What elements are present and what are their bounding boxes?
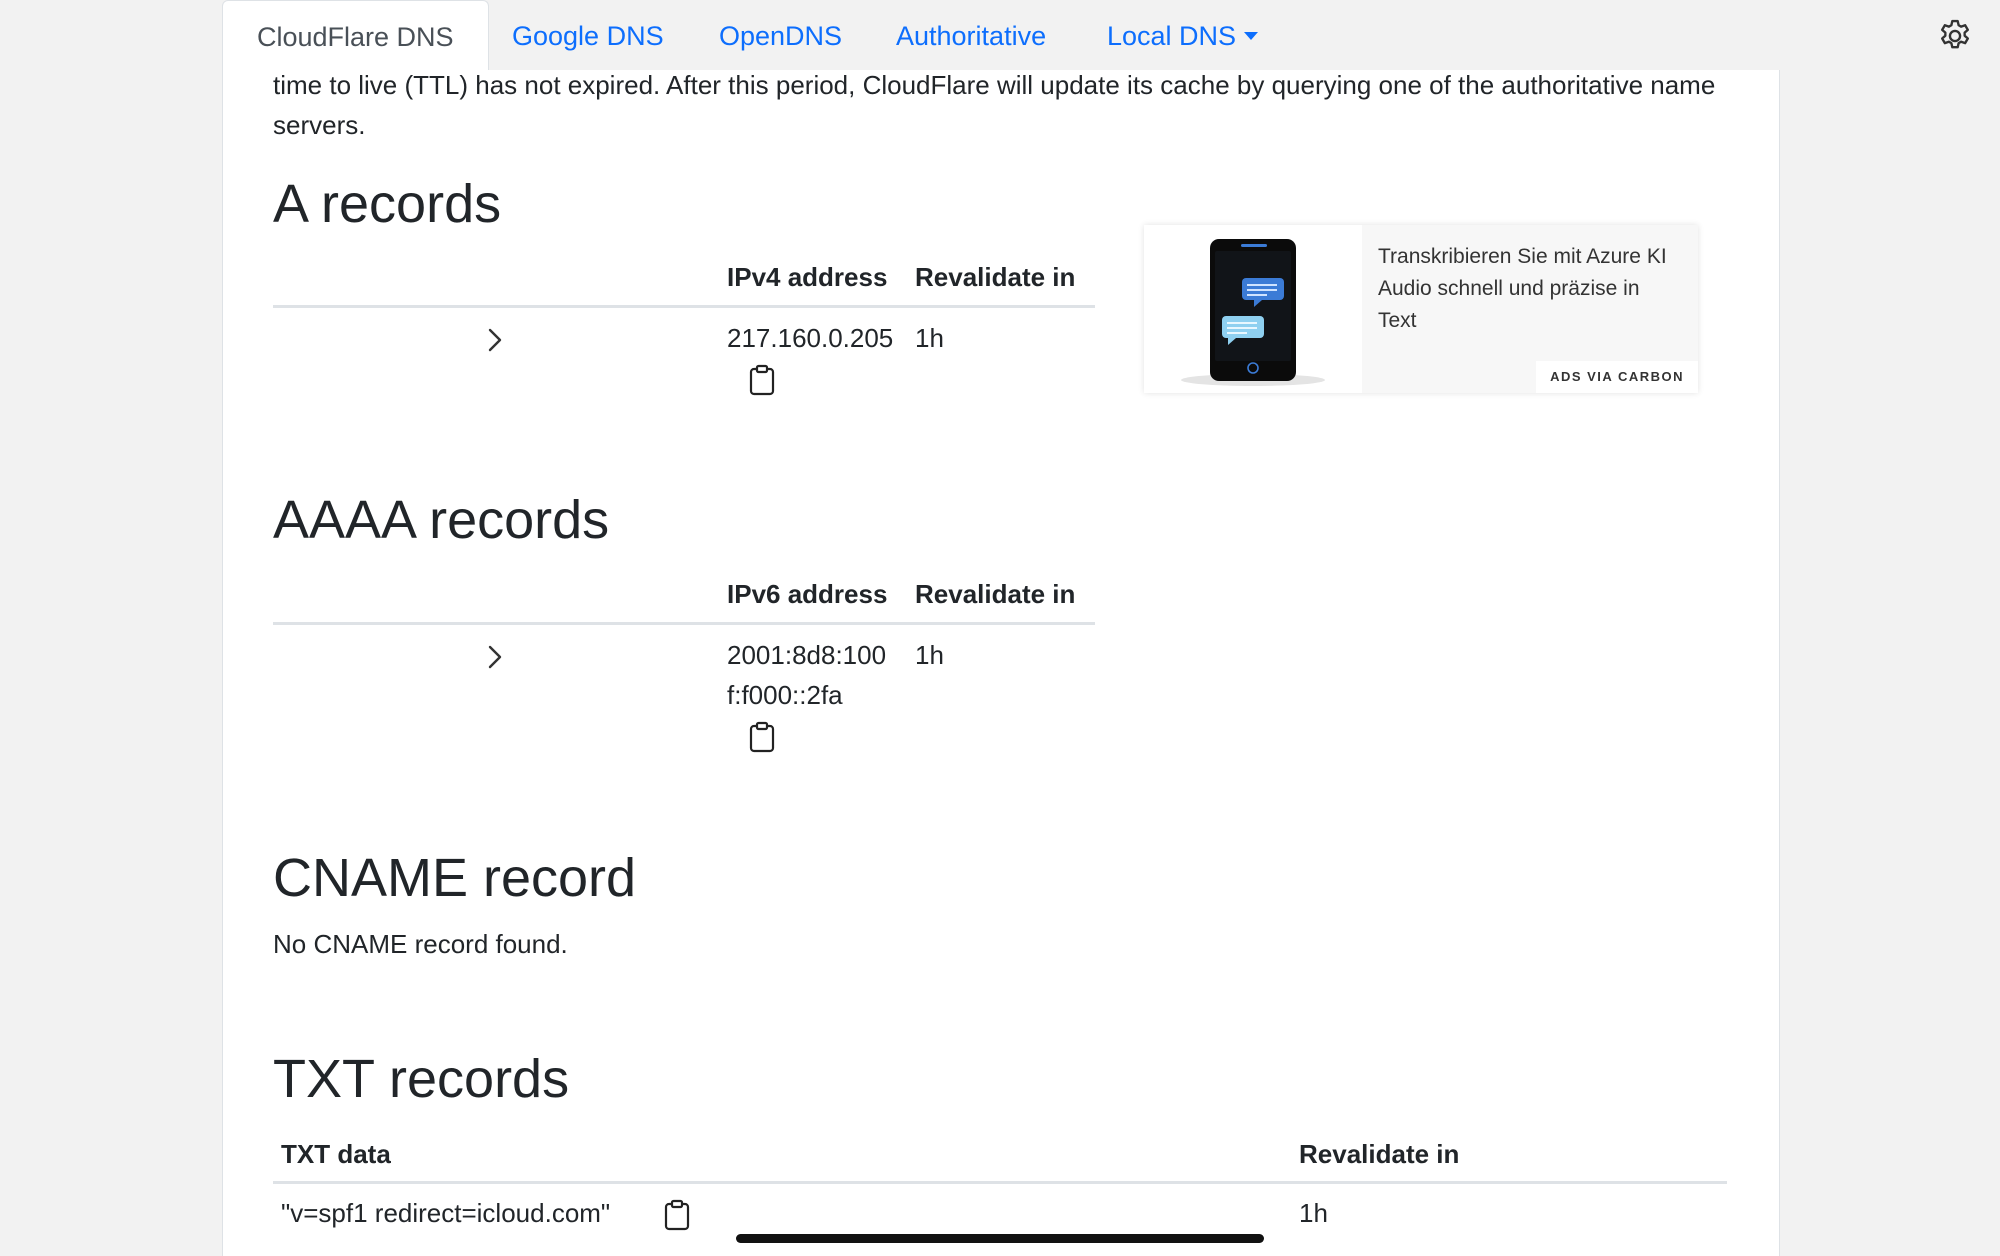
a-record-ipv4-value: 217.160.0.205 [727,323,894,353]
a-revalidate-column-header: Revalidate in [915,262,1076,292]
clipboard-icon[interactable] [663,1199,691,1231]
ad-text-link[interactable]: Transkribieren Sie mit Azure KI Audio sc… [1378,241,1678,337]
cname-record-heading: CNAME record [273,848,637,908]
gear-icon[interactable] [1936,17,1974,55]
ad-phone-image[interactable] [1144,225,1362,393]
txt-record-data-value: "v=spf1 redirect=icloud.com" [281,1198,611,1228]
table-divider [273,305,1095,308]
table-divider [273,622,1095,625]
chevron-right-icon[interactable] [485,327,507,353]
ipv6-address-column-header: IPv6 address [727,579,888,609]
carbon-ad: Transkribieren Sie mit Azure KI Audio sc… [1144,225,1698,393]
ttl-explanation-text: time to live (TTL) has not expired. Afte… [273,70,1716,140]
home-indicator[interactable] [736,1234,1264,1243]
tab-local-dns[interactable]: Local DNS [1107,0,1259,71]
txt-records-heading: TXT records [273,1049,570,1109]
txt-revalidate-column-header: Revalidate in [1299,1139,1460,1169]
ipv4-address-column-header: IPv4 address [727,262,888,292]
ads-via-carbon-link[interactable]: ADS VIA CARBON [1536,361,1698,393]
no-cname-message: No CNAME record found. [273,929,568,959]
txt-data-column-header: TXT data [281,1139,391,1169]
clipboard-icon[interactable] [748,721,776,753]
aaaa-record-ipv6-line1: 2001:8d8:100 [727,640,887,670]
caret-down-icon [1244,32,1259,40]
tab-authoritative[interactable]: Authoritative [896,0,1046,71]
tab-local-dns-label: Local DNS [1107,21,1237,51]
aaaa-revalidate-column-header: Revalidate in [915,579,1076,609]
a-records-heading: A records [273,174,502,234]
txt-record-revalidate-value: 1h [1299,1198,1328,1228]
aaaa-record-revalidate-value: 1h [915,640,944,670]
tab-opendns[interactable]: OpenDNS [719,0,842,71]
table-divider [273,1181,1727,1184]
clipboard-icon[interactable] [748,364,776,396]
tab-google-dns[interactable]: Google DNS [512,0,664,71]
aaaa-records-heading: AAAA records [273,490,610,550]
phone-chat-illustration [1181,239,1325,386]
tab-cloudflare-dns[interactable]: CloudFlare DNS [222,0,489,72]
a-record-revalidate-value: 1h [915,323,944,353]
chevron-right-icon[interactable] [485,644,507,670]
dns-provider-tabs: CloudFlare DNS Google DNS OpenDNS Author… [222,0,1970,72]
aaaa-record-ipv6-line2: f:f000::2fa [727,680,843,710]
